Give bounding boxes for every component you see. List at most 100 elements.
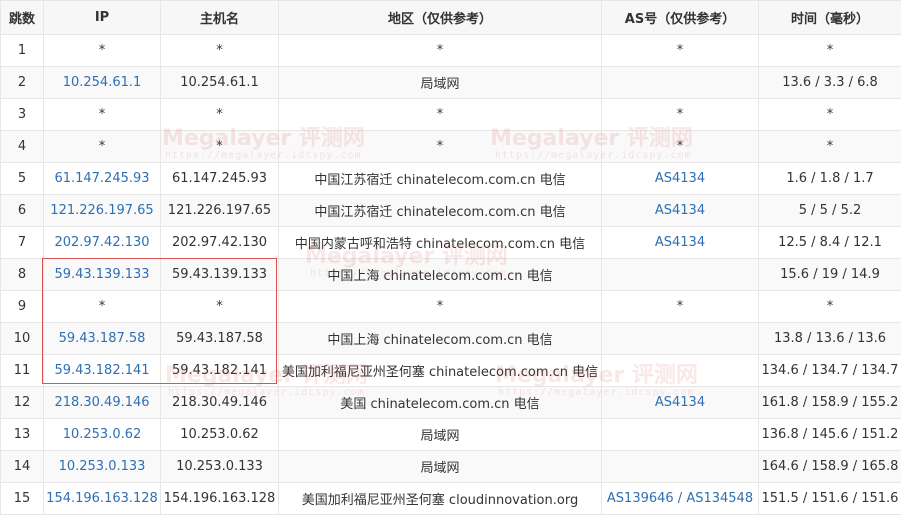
region-cell: *: [278, 130, 602, 163]
table-row: 2 10.254.61.1 10.254.61.1 局域网 13.6 / 3.3 / 6…: [0, 66, 901, 99]
hop-cell: 13: [0, 418, 44, 451]
as-cell: [601, 450, 759, 483]
header-region: 地区（仅供参考）: [278, 0, 602, 35]
ip-cell-link[interactable]: 59.43.187.58: [59, 331, 146, 346]
as-cell: [601, 322, 759, 355]
hop-cell: 9: [0, 290, 44, 323]
hop-cell: 3: [0, 98, 44, 131]
table-row: 9 * * * * *: [0, 290, 901, 323]
table-row: 10 59.43.187.58 59.43.187.58 中国上海 chinatele…: [0, 322, 901, 355]
time-cell: *: [758, 130, 901, 163]
hostname-cell: 10.253.0.62: [160, 418, 279, 451]
header-ip: IP: [43, 0, 161, 35]
table-row: 1 * * * * *: [0, 34, 901, 67]
table-row: 14 10.253.0.133 10.253.0.133 局域网 164.6 / 158…: [0, 450, 901, 483]
as-cell-link[interactable]: AS4134: [655, 235, 705, 250]
ip-cell: 59.43.187.58: [43, 322, 161, 355]
hostname-cell: 59.43.139.133: [160, 258, 279, 291]
time-cell: 164.6 / 158.9 / 165.8: [758, 450, 901, 483]
ip-cell-link[interactable]: 61.147.245.93: [54, 171, 149, 186]
hostname-cell: *: [160, 98, 279, 131]
ip-cell-link[interactable]: 10.254.61.1: [63, 75, 142, 90]
hop-cell: 14: [0, 450, 44, 483]
region-cell: 局域网: [278, 450, 602, 483]
hostname-cell: 121.226.197.65: [160, 194, 279, 227]
time-cell: 5 / 5 / 5.2: [758, 194, 901, 227]
hostname-cell: *: [160, 34, 279, 67]
region-cell: 中国江苏宿迁 chinatelecom.com.cn 电信: [278, 194, 602, 227]
ip-cell: 61.147.245.93: [43, 162, 161, 195]
hop-cell: 11: [0, 354, 44, 387]
as-cell-link[interactable]: AS139646 / AS134548: [607, 491, 753, 506]
region-cell: 中国内蒙古呼和浩特 chinatelecom.com.cn 电信: [278, 226, 602, 259]
time-cell: *: [758, 34, 901, 67]
region-cell: 局域网: [278, 418, 602, 451]
as-cell-link[interactable]: AS4134: [655, 395, 705, 410]
as-cell-link[interactable]: AS4134: [655, 203, 705, 218]
hostname-cell: 10.254.61.1: [160, 66, 279, 99]
hostname-cell: 202.97.42.130: [160, 226, 279, 259]
ip-cell-link[interactable]: 121.226.197.65: [50, 203, 153, 218]
ip-cell: 121.226.197.65: [43, 194, 161, 227]
ip-cell: *: [43, 98, 161, 131]
hop-cell: 7: [0, 226, 44, 259]
hop-cell: 12: [0, 386, 44, 419]
region-cell: 美国 chinatelecom.com.cn 电信: [278, 386, 602, 419]
hop-cell: 10: [0, 322, 44, 355]
as-cell: *: [601, 130, 759, 163]
ip-cell-link[interactable]: 154.196.163.128: [46, 491, 158, 506]
header-as: AS号（仅供参考）: [601, 0, 759, 35]
region-cell: 中国上海 chinatelecom.com.cn 电信: [278, 258, 602, 291]
hostname-cell: *: [160, 290, 279, 323]
ip-cell: 59.43.139.133: [43, 258, 161, 291]
as-cell: AS4134: [601, 194, 759, 227]
as-cell: AS139646 / AS134548: [601, 482, 759, 515]
hostname-cell: 154.196.163.128: [160, 482, 279, 515]
ip-cell-link[interactable]: 59.43.182.141: [54, 363, 149, 378]
region-cell: *: [278, 290, 602, 323]
time-cell: 136.8 / 145.6 / 151.2: [758, 418, 901, 451]
table-row: 3 * * * * *: [0, 98, 901, 131]
ip-cell: 59.43.182.141: [43, 354, 161, 387]
table-row: 11 59.43.182.141 59.43.182.141 美国加利福尼亚州圣何塞 …: [0, 354, 901, 387]
table-row: 6 121.226.197.65 121.226.197.65 中国江苏宿迁 chin…: [0, 194, 901, 227]
as-cell: [601, 66, 759, 99]
region-cell: 中国江苏宿迁 chinatelecom.com.cn 电信: [278, 162, 602, 195]
ip-cell: 10.253.0.62: [43, 418, 161, 451]
hostname-cell: 218.30.49.146: [160, 386, 279, 419]
ip-cell-link[interactable]: 10.253.0.62: [63, 427, 142, 442]
as-cell: AS4134: [601, 226, 759, 259]
as-cell: AS4134: [601, 162, 759, 195]
time-cell: 12.5 / 8.4 / 12.1: [758, 226, 901, 259]
table-row: 8 59.43.139.133 59.43.139.133 中国上海 chinatel…: [0, 258, 901, 291]
hostname-cell: 59.43.187.58: [160, 322, 279, 355]
table-row: 7 202.97.42.130 202.97.42.130 中国内蒙古呼和浩特 chi…: [0, 226, 901, 259]
as-cell: [601, 354, 759, 387]
time-cell: 1.6 / 1.8 / 1.7: [758, 162, 901, 195]
ip-cell-link[interactable]: 59.43.139.133: [54, 267, 149, 282]
as-cell-link[interactable]: AS4134: [655, 171, 705, 186]
as-cell: [601, 258, 759, 291]
ip-cell: *: [43, 290, 161, 323]
ip-cell: 202.97.42.130: [43, 226, 161, 259]
hop-cell: 2: [0, 66, 44, 99]
ip-cell: *: [43, 130, 161, 163]
table-row: 15 154.196.163.128 154.196.163.128 美国加利福尼亚州…: [0, 482, 901, 515]
time-cell: 13.6 / 3.3 / 6.8: [758, 66, 901, 99]
hostname-cell: 10.253.0.133: [160, 450, 279, 483]
ip-cell-link[interactable]: 218.30.49.146: [54, 395, 149, 410]
hop-cell: 15: [0, 482, 44, 515]
traceroute-table: 跳数 IP 主机名 地区（仅供参考） AS号（仅供参考） 时间（毫秒） 1 * * *…: [0, 0, 901, 515]
ip-cell-link[interactable]: 202.97.42.130: [54, 235, 149, 250]
ip-cell-link[interactable]: 10.253.0.133: [59, 459, 146, 474]
table-row: 5 61.147.245.93 61.147.245.93 中国江苏宿迁 chinat…: [0, 162, 901, 195]
hostname-cell: *: [160, 130, 279, 163]
header-hostname: 主机名: [160, 0, 279, 35]
hop-cell: 5: [0, 162, 44, 195]
table-row: 13 10.253.0.62 10.253.0.62 局域网 136.8 / 145.6…: [0, 418, 901, 451]
hostname-cell: 59.43.182.141: [160, 354, 279, 387]
as-cell: *: [601, 34, 759, 67]
table-row: 12 218.30.49.146 218.30.49.146 美国 chinatele…: [0, 386, 901, 419]
time-cell: 15.6 / 19 / 14.9: [758, 258, 901, 291]
as-cell: AS4134: [601, 386, 759, 419]
